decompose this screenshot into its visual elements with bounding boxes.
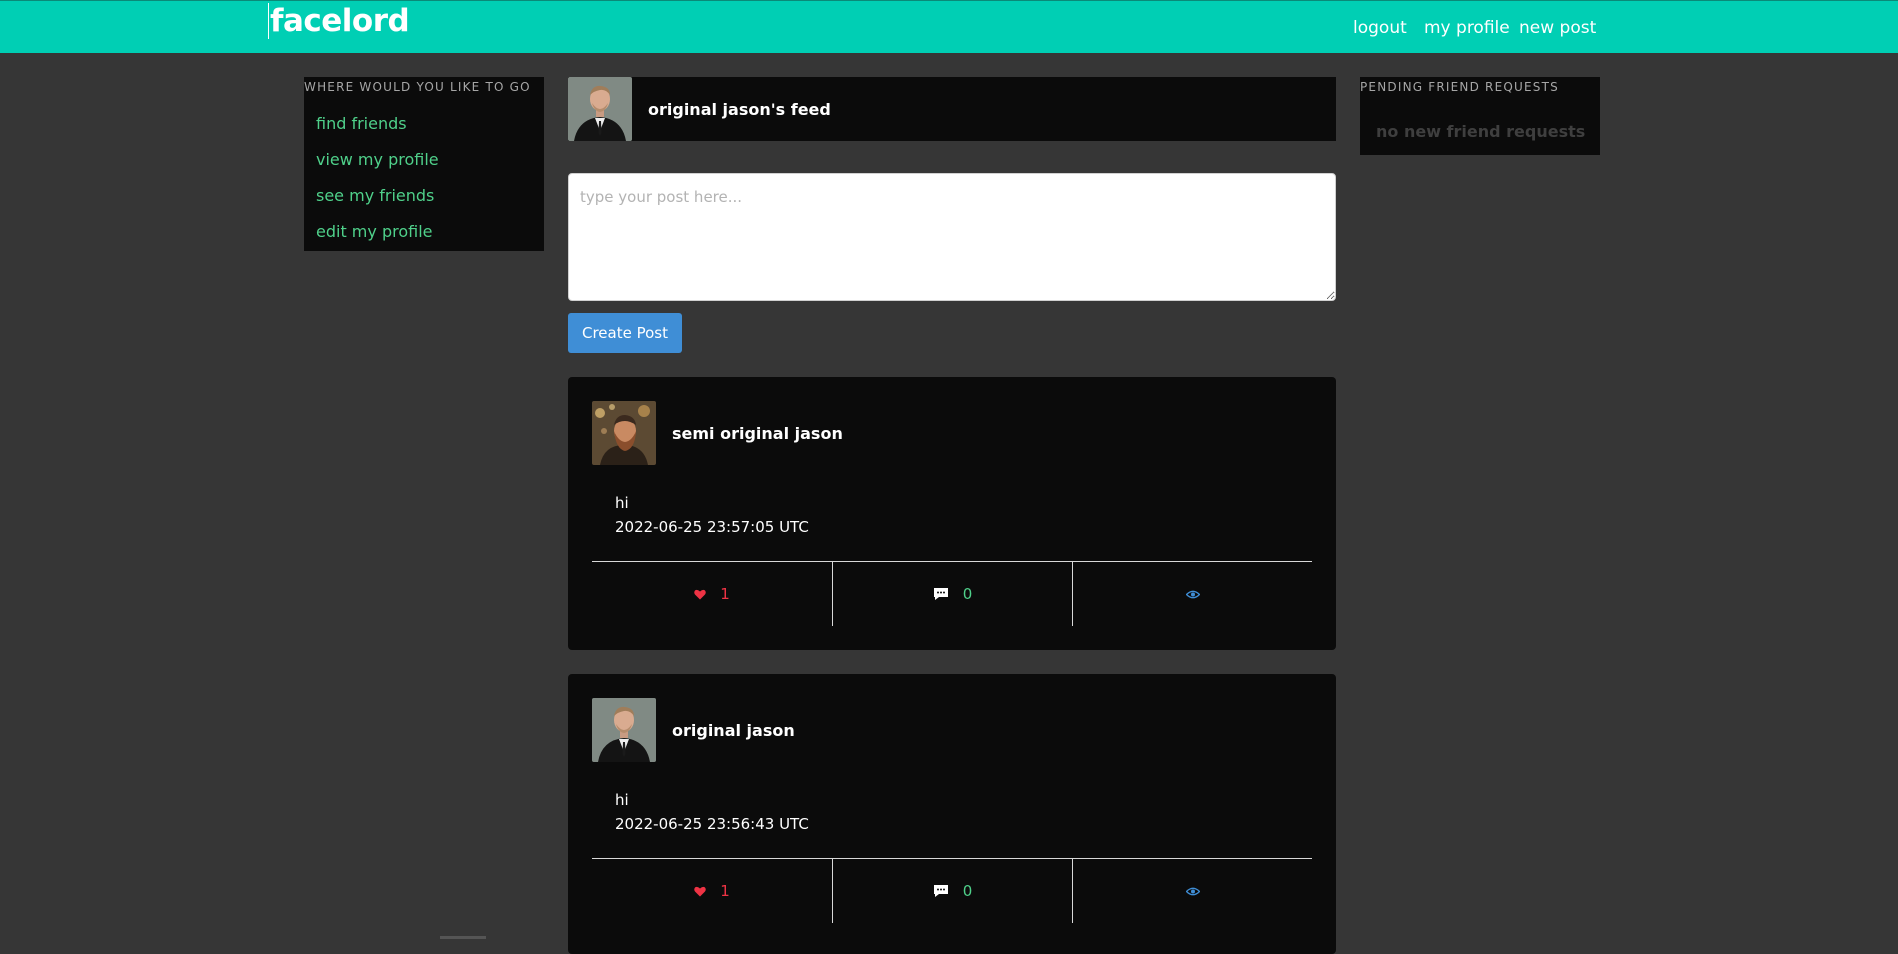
comment-button[interactable]: 0	[832, 562, 1072, 626]
post-author-name[interactable]: original jason	[672, 721, 795, 740]
post-text-input[interactable]	[568, 173, 1336, 301]
comment-icon	[933, 885, 948, 897]
see-my-friends-link[interactable]: see my friends	[316, 186, 434, 205]
friend-requests-heading: PENDING FRIEND REQUESTS	[1360, 80, 1559, 94]
like-count: 1	[720, 585, 730, 603]
post-text: hi	[615, 791, 629, 809]
view-post-button[interactable]	[1072, 859, 1312, 923]
navigation-heading: WHERE WOULD YOU LIKE TO GO	[304, 80, 531, 94]
feed-title: original jason's feed	[648, 100, 831, 119]
edit-my-profile-link[interactable]: edit my profile	[316, 222, 432, 241]
feed-avatar[interactable]	[568, 77, 632, 141]
bearded-man-avatar-icon	[592, 401, 656, 465]
like-button[interactable]: 1	[592, 562, 832, 626]
comment-icon	[933, 588, 948, 600]
navigation-panel: WHERE WOULD YOU LIKE TO GO find friends …	[304, 77, 544, 251]
post-actions: 1 0	[592, 562, 1312, 626]
new-post-link[interactable]: new post	[1519, 18, 1596, 38]
post-timestamp: 2022-06-25 23:57:05 UTC	[615, 518, 809, 536]
eye-icon	[1185, 590, 1200, 598]
like-button[interactable]: 1	[592, 859, 832, 923]
post-card: original jason hi 2022-06-25 23:56:43 UT…	[568, 674, 1336, 954]
create-post-button[interactable]: Create Post	[568, 313, 682, 353]
comment-count: 0	[962, 585, 973, 603]
no-requests-text: no new friend requests	[1376, 122, 1586, 141]
comment-count: 0	[962, 882, 973, 900]
my-profile-link[interactable]: my profile	[1424, 18, 1510, 38]
post-author-avatar[interactable]	[592, 401, 656, 465]
friend-requests-panel: PENDING FRIEND REQUESTS no new friend re…	[1360, 77, 1600, 155]
suited-man-avatar-icon	[592, 698, 656, 762]
heart-icon	[694, 589, 706, 599]
post-author-name[interactable]: semi original jason	[672, 424, 843, 443]
logout-link[interactable]: logout	[1353, 18, 1407, 38]
brand-logo[interactable]: facelord	[268, 3, 410, 39]
post-author-avatar[interactable]	[592, 698, 656, 762]
view-post-button[interactable]	[1072, 562, 1312, 626]
like-count: 1	[720, 882, 730, 900]
find-friends-link[interactable]: find friends	[316, 114, 407, 133]
post-text: hi	[615, 494, 629, 512]
post-body: hi 2022-06-25 23:57:05 UTC	[615, 491, 809, 539]
post-card: semi original jason hi 2022-06-25 23:57:…	[568, 377, 1336, 650]
comment-button[interactable]: 0	[832, 859, 1072, 923]
eye-icon	[1185, 887, 1200, 895]
post-body: hi 2022-06-25 23:56:43 UTC	[615, 788, 809, 836]
view-my-profile-link[interactable]: view my profile	[316, 150, 439, 169]
post-actions: 1 0	[592, 859, 1312, 923]
post-timestamp: 2022-06-25 23:56:43 UTC	[615, 815, 809, 833]
top-navbar: facelord logout my profile new post	[0, 0, 1898, 53]
heart-icon	[694, 886, 706, 896]
suited-man-avatar-icon	[568, 77, 632, 141]
feed-header: original jason's feed	[568, 77, 1336, 141]
